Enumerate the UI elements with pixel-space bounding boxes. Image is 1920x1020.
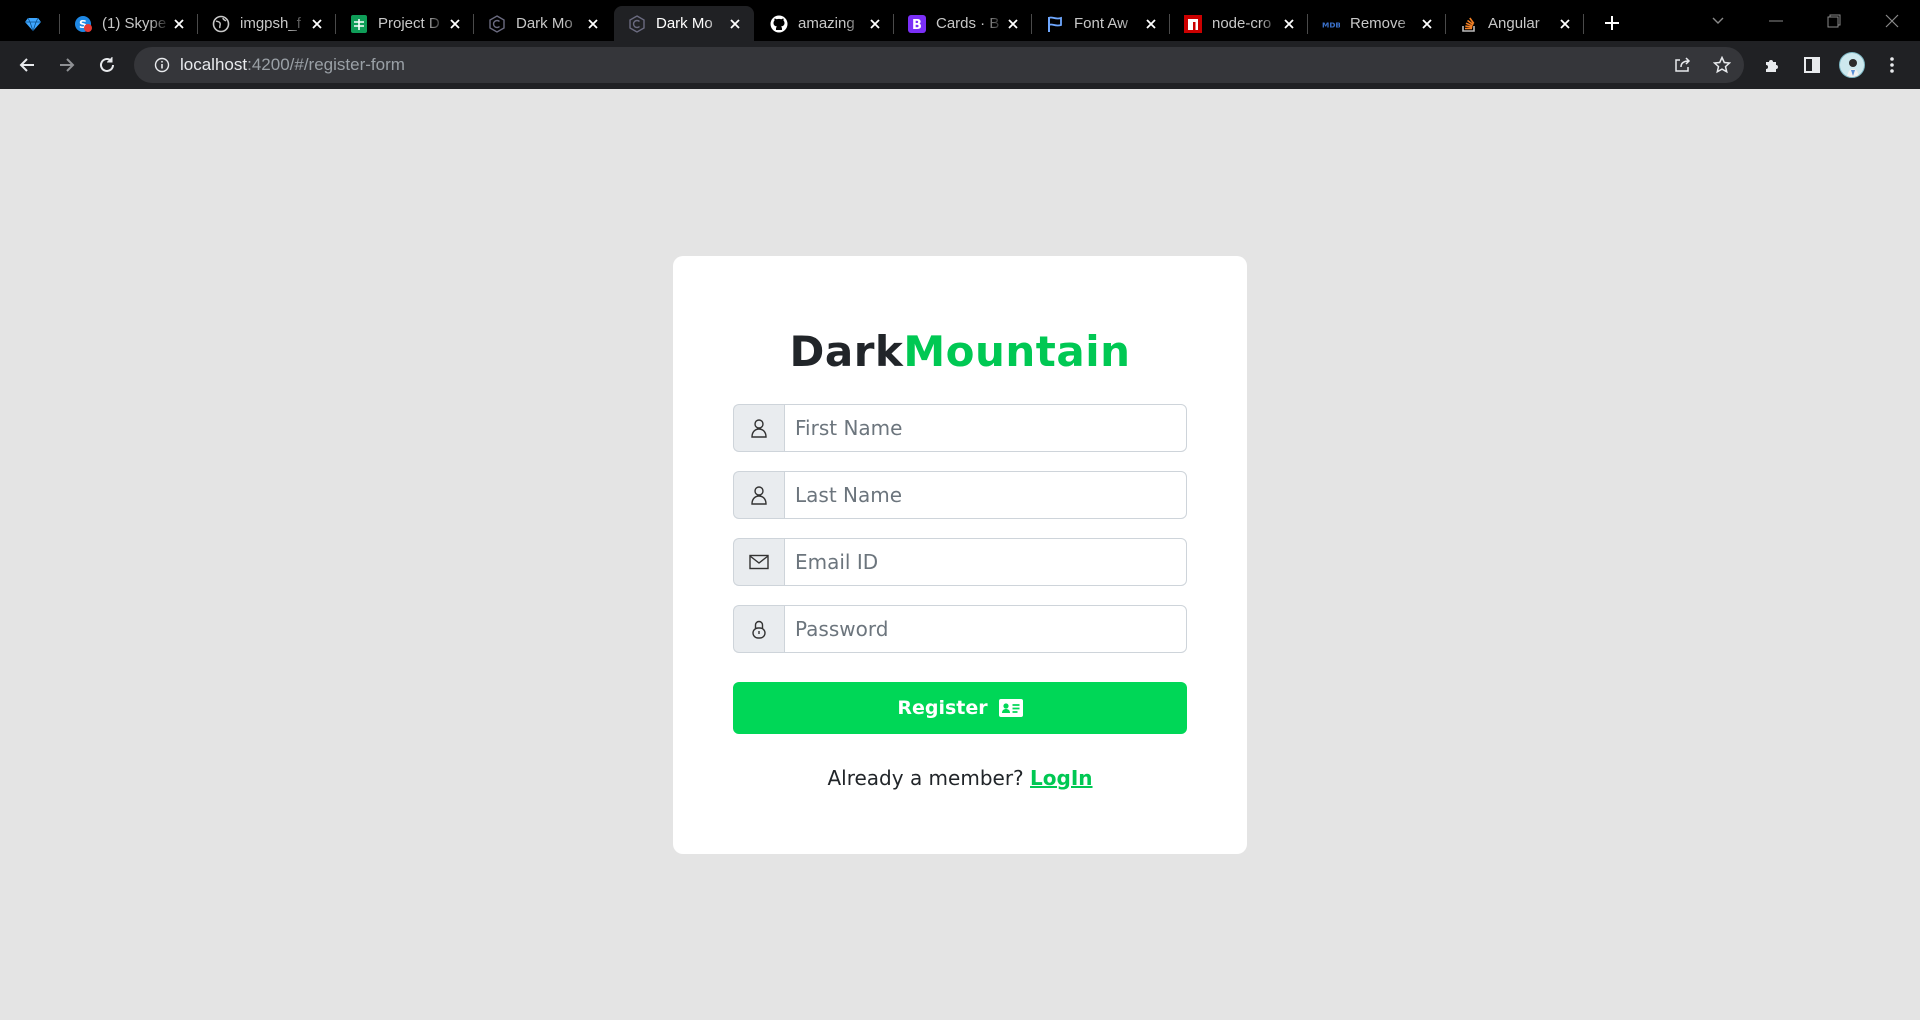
brand-part-dark: Dark <box>789 327 904 376</box>
brand-part-mountain: Mountain <box>903 327 1131 376</box>
circle-c-icon <box>488 14 506 33</box>
tab-skype[interactable]: S (1) Skype <box>60 6 198 41</box>
tab-title: Cards · B <box>936 15 1000 32</box>
close-tab-icon[interactable] <box>1418 15 1436 33</box>
tab-title: Project D <box>378 15 440 32</box>
avatar-image <box>1839 52 1865 78</box>
tab-title: Remove <box>1350 15 1406 32</box>
mdb-icon: MDB <box>1322 15 1340 33</box>
skype-icon: S <box>74 15 92 33</box>
share-icon[interactable] <box>1664 47 1700 83</box>
tab-pinned[interactable] <box>10 6 60 41</box>
reload-button[interactable] <box>91 49 123 81</box>
address-bar[interactable]: localhost:4200/#/register-form <box>134 47 1744 83</box>
back-button[interactable] <box>11 49 43 81</box>
login-link[interactable]: LogIn <box>1030 766 1092 790</box>
tab-dark-mountain-active[interactable]: Dark Mo <box>614 6 754 41</box>
new-tab-button[interactable] <box>1598 9 1626 37</box>
last-name-input[interactable] <box>784 471 1187 519</box>
tab-title: imgpsh_f <box>240 15 301 32</box>
lock-icon <box>733 605 784 653</box>
email-group <box>733 538 1187 586</box>
member-text: Already a member? <box>827 766 1024 790</box>
flag-icon <box>1046 15 1064 33</box>
tab-bootstrap-cards[interactable]: B Cards · B <box>894 6 1032 41</box>
register-card: DarkMountain Register Already a member? … <box>673 256 1247 854</box>
url-host: localhost <box>180 55 248 74</box>
password-group <box>733 605 1187 653</box>
id-card-icon <box>998 699 1023 717</box>
last-name-group <box>733 471 1187 519</box>
brand-title: DarkMountain <box>673 327 1247 376</box>
close-tab-icon[interactable] <box>170 15 188 33</box>
browser-toolbar: localhost:4200/#/register-form <box>0 41 1920 89</box>
register-button[interactable]: Register <box>733 682 1187 734</box>
circle-c-icon <box>628 14 646 33</box>
svg-text:B: B <box>912 18 922 33</box>
close-tab-icon[interactable] <box>866 15 884 33</box>
close-window-button[interactable] <box>1864 0 1920 41</box>
sheets-icon <box>350 14 368 33</box>
tab-project[interactable]: Project D <box>336 6 474 41</box>
tab-title: Dark Mo <box>656 15 713 32</box>
tab-imgpsh[interactable]: imgpsh_f <box>198 6 336 41</box>
side-panel-icon[interactable] <box>1796 49 1828 81</box>
tab-npm[interactable]: node-cro <box>1170 6 1308 41</box>
svg-text:MDB: MDB <box>1322 20 1340 29</box>
first-name-input[interactable] <box>784 404 1187 452</box>
email-input[interactable] <box>784 538 1187 586</box>
login-prompt: Already a member? LogIn <box>673 766 1247 790</box>
npm-icon <box>1184 14 1202 33</box>
tab-title: node-cro <box>1212 15 1272 32</box>
extensions-puzzle-icon[interactable] <box>1756 49 1788 81</box>
bookmark-star-icon[interactable] <box>1704 47 1740 83</box>
tab-github[interactable]: amazing <box>756 6 894 41</box>
tab-title: (1) Skype <box>102 15 167 32</box>
register-label: Register <box>897 697 988 719</box>
close-tab-icon[interactable] <box>1280 15 1298 33</box>
menu-kebab-icon[interactable] <box>1876 49 1908 81</box>
close-tab-icon[interactable] <box>1556 15 1574 33</box>
globe-icon <box>212 15 230 33</box>
tab-dark-mountain[interactable]: Dark Mo <box>474 6 612 41</box>
minimize-button[interactable] <box>1748 0 1804 41</box>
tab-title: Angular <box>1488 15 1540 32</box>
tab-mdb[interactable]: MDB Remove <box>1308 6 1446 41</box>
restore-button[interactable] <box>1806 0 1862 41</box>
close-tab-icon[interactable] <box>726 15 744 33</box>
user-icon <box>733 404 784 452</box>
tab-search-button[interactable] <box>1690 0 1746 41</box>
tab-title: Dark Mo <box>516 15 573 32</box>
close-tab-icon[interactable] <box>1142 15 1160 33</box>
first-name-group <box>733 404 1187 452</box>
profile-avatar[interactable] <box>1836 49 1868 81</box>
info-icon[interactable] <box>144 47 180 83</box>
close-tab-icon[interactable] <box>584 15 602 33</box>
close-tab-icon[interactable] <box>446 15 464 33</box>
close-tab-icon[interactable] <box>308 15 326 33</box>
tab-font-awesome[interactable]: Font Aw <box>1032 6 1170 41</box>
close-tab-icon[interactable] <box>1004 15 1022 33</box>
tab-title: Font Aw <box>1074 15 1128 32</box>
password-input[interactable] <box>784 605 1187 653</box>
address-url: localhost:4200/#/register-form <box>180 55 405 75</box>
forward-button[interactable] <box>51 49 83 81</box>
envelope-icon <box>733 538 784 586</box>
tab-title: amazing <box>798 15 855 32</box>
user-icon <box>733 471 784 519</box>
url-path: :4200/#/register-form <box>247 55 405 74</box>
diamond-icon <box>24 15 42 33</box>
stackoverflow-icon <box>1460 15 1478 33</box>
tab-angular[interactable]: Angular <box>1446 6 1584 41</box>
browser-tab-strip: S (1) Skype imgpsh_f Project D Dark Mo D… <box>0 0 1920 41</box>
github-icon <box>770 15 788 33</box>
bootstrap-icon: B <box>908 14 926 33</box>
